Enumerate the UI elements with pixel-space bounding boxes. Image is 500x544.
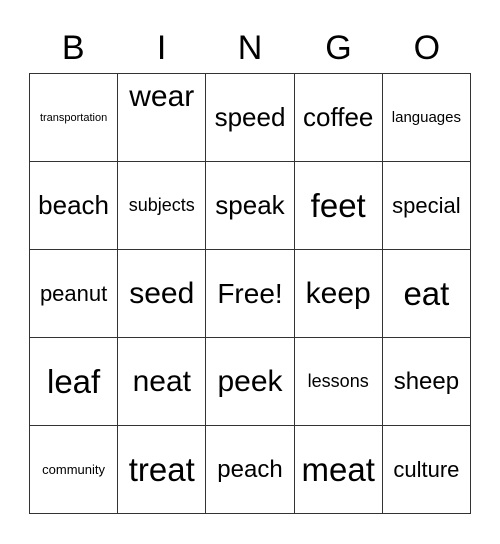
bingo-cell[interactable]: peek [206, 338, 295, 426]
bingo-cell[interactable]: subjects [118, 162, 207, 250]
bingo-cell[interactable]: feet [294, 162, 383, 250]
bingo-cell[interactable]: meat [294, 426, 383, 514]
bingo-cell[interactable]: peanut [30, 250, 119, 338]
bingo-cell[interactable]: lessons [294, 338, 383, 426]
bingo-cell[interactable]: wear [118, 74, 207, 162]
bingo-header: B I N G O [29, 26, 471, 70]
bingo-cell[interactable]: special [382, 162, 471, 250]
bingo-cell[interactable]: speed [206, 74, 295, 162]
bingo-cell[interactable]: speak [206, 162, 295, 250]
bingo-cell[interactable]: transportation [30, 74, 119, 162]
bingo-cell[interactable]: leaf [30, 338, 119, 426]
header-letter-i: I [156, 29, 167, 67]
header-letter-n: N [237, 29, 263, 67]
bingo-cell[interactable]: seed [118, 250, 207, 338]
header-letter-g: G [325, 29, 352, 67]
free-space-cell[interactable]: Free! [206, 250, 295, 338]
bingo-cell[interactable]: culture [382, 426, 471, 514]
bingo-cell[interactable]: keep [294, 250, 383, 338]
bingo-cell[interactable]: sheep [382, 338, 471, 426]
header-letter-b: B [61, 29, 85, 67]
bingo-cell[interactable]: beach [30, 162, 119, 250]
bingo-cell[interactable]: treat [118, 426, 207, 514]
bingo-card-grid: transportation wear speed coffee languag… [29, 73, 471, 514]
bingo-cell[interactable]: neat [118, 338, 207, 426]
bingo-cell[interactable]: peach [206, 426, 295, 514]
bingo-cell[interactable]: community [30, 426, 119, 514]
bingo-cell[interactable]: eat [382, 250, 471, 338]
header-letter-o: O [413, 29, 441, 67]
bingo-cell[interactable]: languages [382, 74, 471, 162]
bingo-cell[interactable]: coffee [294, 74, 383, 162]
